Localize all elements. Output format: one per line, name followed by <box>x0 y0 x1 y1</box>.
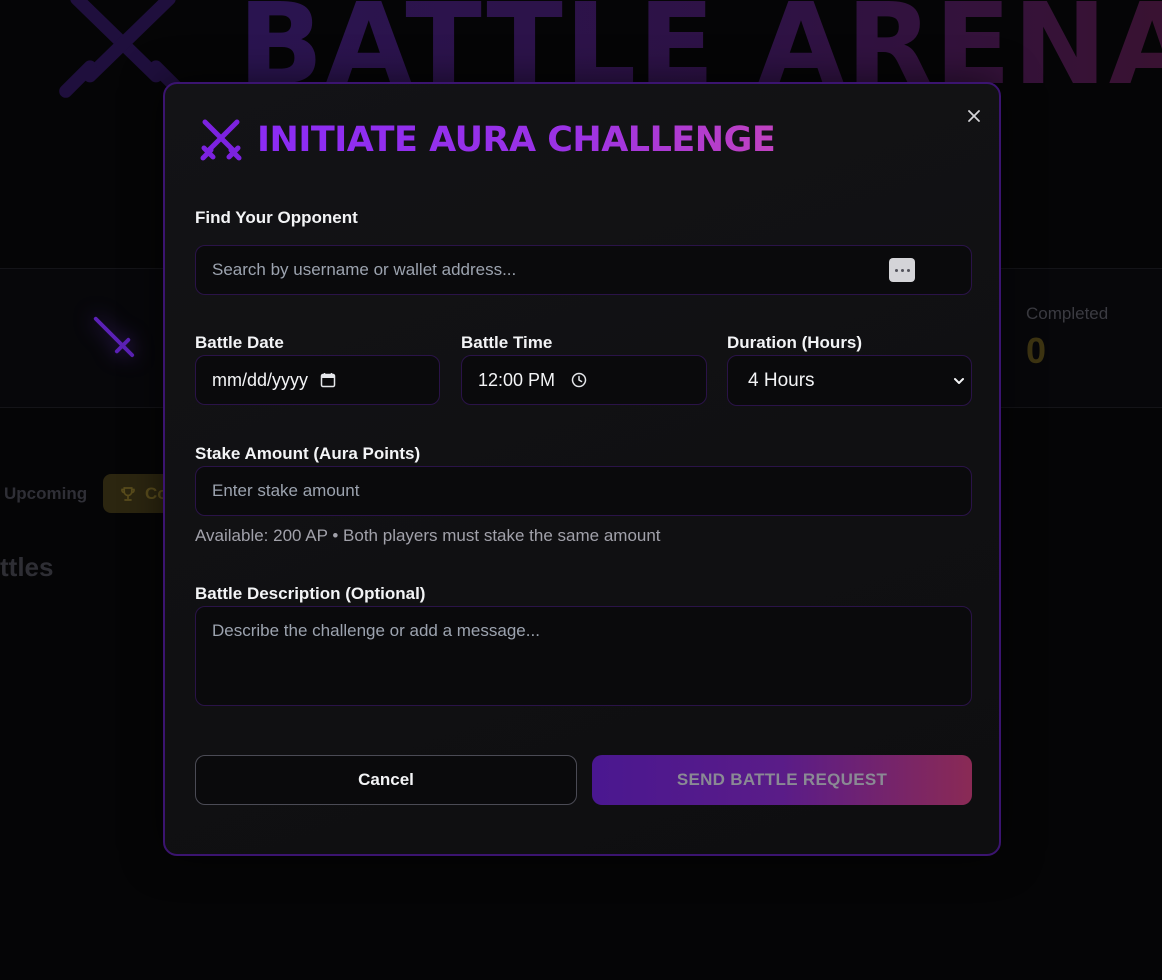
close-icon <box>968 110 980 122</box>
stake-helper-text: Available: 200 AP • Both players must st… <box>195 526 661 545</box>
section-heading: ttles <box>0 552 54 582</box>
trophy-icon <box>121 486 135 501</box>
duration-select[interactable]: 4 Hours <box>727 355 972 406</box>
completed-stat-label: Completed <box>1026 304 1109 323</box>
more-options-icon[interactable] <box>889 258 915 282</box>
description-placeholder: Describe the challenge or add a message.… <box>212 621 540 640</box>
description-label: Battle Description (Optional) <box>195 584 426 603</box>
calendar-icon[interactable] <box>320 372 336 388</box>
battle-time-input[interactable]: 12:00 PM <box>461 355 707 405</box>
stake-amount-input[interactable]: Enter stake amount <box>195 466 972 516</box>
chevron-down-icon <box>954 377 964 384</box>
close-button[interactable] <box>962 104 986 128</box>
opponent-search-input[interactable]: Search by username or wallet address... <box>195 245 972 295</box>
battle-time-value: 12:00 PM <box>478 369 556 390</box>
duration-label: Duration (Hours) <box>727 333 863 352</box>
battle-date-input[interactable]: mm/dd/yyyy <box>195 355 440 405</box>
modal-title-text: INITIATE AURA CHALLENGE <box>257 120 776 160</box>
challenge-modal: INITIATE AURA CHALLENGE Find Your Oppone… <box>163 82 1001 856</box>
opponent-search-placeholder: Search by username or wallet address... <box>212 260 517 279</box>
stake-placeholder: Enter stake amount <box>212 481 360 500</box>
battle-date-label: Battle Date <box>195 333 284 352</box>
modal-title: INITIATE AURA CHALLENGE <box>199 118 776 162</box>
send-battle-request-button[interactable]: SEND BATTLE REQUEST <box>592 755 972 805</box>
cancel-button[interactable]: Cancel <box>195 755 577 805</box>
sword-icon <box>93 316 135 358</box>
clock-icon[interactable] <box>571 372 587 388</box>
stake-label: Stake Amount (Aura Points) <box>195 444 421 463</box>
completed-stat-value: 0 <box>1026 330 1047 371</box>
tab-upcoming[interactable]: Upcoming <box>4 484 87 504</box>
battle-date-value: mm/dd/yyyy <box>212 369 309 390</box>
duration-selected: 4 Hours <box>748 369 815 391</box>
description-textarea[interactable]: Describe the challenge or add a message.… <box>195 606 972 706</box>
battle-time-label: Battle Time <box>461 333 553 352</box>
opponent-label: Find Your Opponent <box>195 208 358 227</box>
crossed-swords-icon <box>200 119 242 161</box>
